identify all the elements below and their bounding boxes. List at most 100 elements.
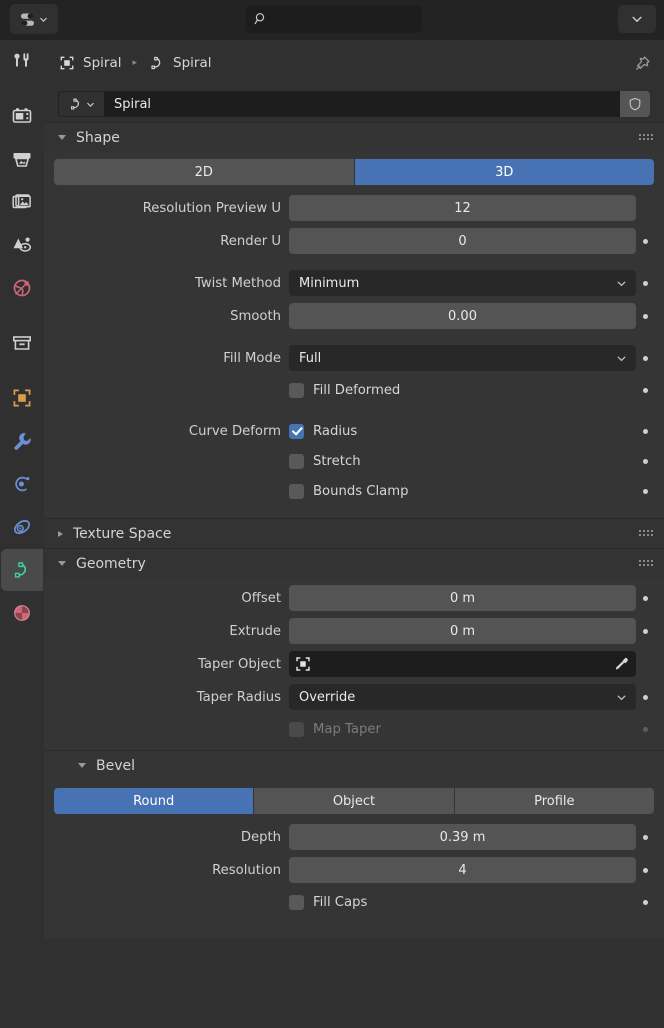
eyedropper-icon[interactable] bbox=[612, 655, 630, 673]
panel-header-bevel[interactable]: Bevel bbox=[44, 750, 664, 780]
decorator-render-u[interactable] bbox=[636, 238, 654, 244]
panel-header-geometry[interactable]: Geometry bbox=[44, 548, 664, 578]
decorator-extrude[interactable] bbox=[636, 628, 654, 634]
field-bevel-depth[interactable]: 0.39 m bbox=[289, 824, 636, 850]
bevel-type-object[interactable]: Object bbox=[254, 788, 455, 814]
checkbox-radius[interactable] bbox=[289, 423, 304, 439]
checkbox-fill-deformed[interactable] bbox=[289, 382, 304, 398]
decorator-stretch[interactable] bbox=[636, 458, 654, 464]
panel-body-shape: 2D 3D Resolution Preview U 12 Render U 0… bbox=[44, 152, 664, 518]
chevron-down-icon bbox=[617, 281, 626, 287]
dimension-option-2d[interactable]: 2D bbox=[54, 159, 355, 185]
row-render-u: Render U 0 bbox=[44, 228, 664, 254]
dropdown-taper-radius[interactable]: Override bbox=[289, 684, 636, 710]
checkbox-stretch[interactable] bbox=[289, 453, 304, 469]
label-radius: Radius bbox=[313, 423, 358, 439]
sidebar-item-modifiers[interactable] bbox=[1, 420, 43, 462]
label-map-taper: Map Taper bbox=[313, 721, 381, 737]
label-fill-deformed: Fill Deformed bbox=[313, 382, 401, 398]
grip-handle-icon[interactable] bbox=[639, 134, 653, 142]
fake-user-button[interactable] bbox=[620, 91, 650, 117]
checkbox-fill-caps[interactable] bbox=[289, 894, 304, 910]
field-offset[interactable]: 0 m bbox=[289, 585, 636, 611]
sidebar-item-output[interactable] bbox=[1, 138, 43, 180]
field-render-u[interactable]: 0 bbox=[289, 228, 636, 254]
dimension-option-3d[interactable]: 3D bbox=[354, 159, 654, 185]
grip-handle-icon[interactable] bbox=[639, 560, 653, 568]
world-globe-icon bbox=[13, 279, 31, 297]
sidebar-item-material[interactable] bbox=[1, 592, 43, 634]
sidebar-item-object-data-curve[interactable] bbox=[1, 549, 43, 591]
row-bevel-depth: Depth 0.39 m bbox=[44, 824, 664, 850]
search-input[interactable] bbox=[246, 5, 422, 33]
decorator-taper-object[interactable] bbox=[636, 662, 654, 667]
editor-type-selector[interactable] bbox=[10, 4, 58, 34]
printer-icon bbox=[13, 153, 31, 167]
object-square-icon bbox=[13, 389, 31, 407]
search-input-text[interactable] bbox=[274, 12, 404, 26]
panel-title-geometry: Geometry bbox=[76, 555, 146, 572]
decorator-taper-radius[interactable] bbox=[636, 694, 654, 700]
row-map-taper: Map Taper bbox=[44, 717, 664, 741]
dropdown-fill-mode[interactable]: Full bbox=[289, 345, 636, 371]
decorator-bevel-resolution[interactable] bbox=[636, 867, 654, 873]
sidebar-item-particles[interactable] bbox=[1, 463, 43, 505]
chevron-down-icon bbox=[58, 561, 66, 566]
decorator-fill-mode[interactable] bbox=[636, 355, 654, 361]
render-camera-icon bbox=[12, 108, 32, 123]
decorator-smooth[interactable] bbox=[636, 313, 654, 319]
decorator-radius[interactable] bbox=[636, 428, 654, 434]
sidebar-item-object[interactable] bbox=[1, 377, 43, 419]
datablock-type-button[interactable] bbox=[58, 91, 104, 117]
sidebar-item-render[interactable] bbox=[1, 95, 43, 137]
bevel-type-profile[interactable]: Profile bbox=[454, 788, 654, 814]
scene-cone-icon bbox=[13, 237, 32, 252]
pin-button[interactable] bbox=[630, 51, 654, 75]
bevel-type-toggle: Round Object Profile bbox=[54, 788, 654, 814]
decorator-offset[interactable] bbox=[636, 595, 654, 601]
decorator-bounds-clamp[interactable] bbox=[636, 488, 654, 494]
bevel-type-round[interactable]: Round bbox=[54, 788, 255, 814]
panel-header-shape[interactable]: Shape bbox=[44, 122, 664, 152]
label-bevel-resolution: Resolution bbox=[212, 862, 281, 878]
sidebar-item-scene[interactable] bbox=[1, 224, 43, 266]
sidebar-item-physics[interactable] bbox=[1, 506, 43, 548]
field-smooth[interactable]: 0.00 bbox=[289, 303, 636, 329]
field-extrude[interactable]: 0 m bbox=[289, 618, 636, 644]
checkbox-bounds-clamp[interactable] bbox=[289, 483, 304, 499]
field-resolution-preview-u[interactable]: 12 bbox=[289, 195, 636, 221]
decorator-fill-caps[interactable] bbox=[636, 899, 654, 905]
curve-data-icon bbox=[151, 56, 161, 70]
sidebar-item-tool[interactable] bbox=[1, 40, 43, 82]
decorator-bevel-depth[interactable] bbox=[636, 834, 654, 840]
breadcrumb-curve-name[interactable]: Spiral bbox=[173, 55, 211, 71]
panel-header-texture-space[interactable]: Texture Space bbox=[44, 518, 664, 548]
decorator-resolution-preview-u[interactable] bbox=[636, 206, 654, 211]
decorator-twist-method[interactable] bbox=[636, 280, 654, 286]
label-render-u: Render U bbox=[220, 233, 281, 249]
sidebar-item-view-layer[interactable] bbox=[1, 181, 43, 223]
decorator-fill-deformed[interactable] bbox=[636, 387, 654, 393]
label-stretch: Stretch bbox=[313, 453, 361, 469]
dropdown-fill-mode-value: Full bbox=[299, 350, 322, 366]
breadcrumb-object-name[interactable]: Spiral bbox=[83, 55, 121, 71]
row-curve-deform-radius: Curve Deform Radius bbox=[44, 419, 664, 443]
label-resolution-preview-u: Resolution Preview U bbox=[142, 200, 281, 216]
sidebar-item-world[interactable] bbox=[1, 267, 43, 309]
topbar-options-dropdown[interactable] bbox=[618, 5, 656, 33]
breadcrumb: Spiral ▸ Spiral bbox=[44, 40, 664, 86]
properties-editor-icon bbox=[21, 13, 34, 26]
row-twist-method: Twist Method Minimum bbox=[44, 270, 664, 296]
dropdown-twist-method[interactable]: Minimum bbox=[289, 270, 636, 296]
decorator-map-taper[interactable] bbox=[636, 726, 654, 732]
checkbox-map-taper[interactable] bbox=[289, 721, 304, 737]
field-taper-object[interactable] bbox=[289, 651, 636, 677]
chevron-down-icon bbox=[617, 695, 626, 701]
object-data-icon bbox=[60, 56, 74, 70]
panel-title-bevel: Bevel bbox=[96, 757, 136, 774]
grip-handle-icon[interactable] bbox=[639, 530, 653, 538]
datablock-name-field[interactable]: Spiral bbox=[104, 91, 620, 117]
sidebar-item-collection[interactable] bbox=[1, 322, 43, 364]
field-bevel-resolution[interactable]: 4 bbox=[289, 857, 636, 883]
row-taper-object: Taper Object bbox=[44, 651, 664, 677]
